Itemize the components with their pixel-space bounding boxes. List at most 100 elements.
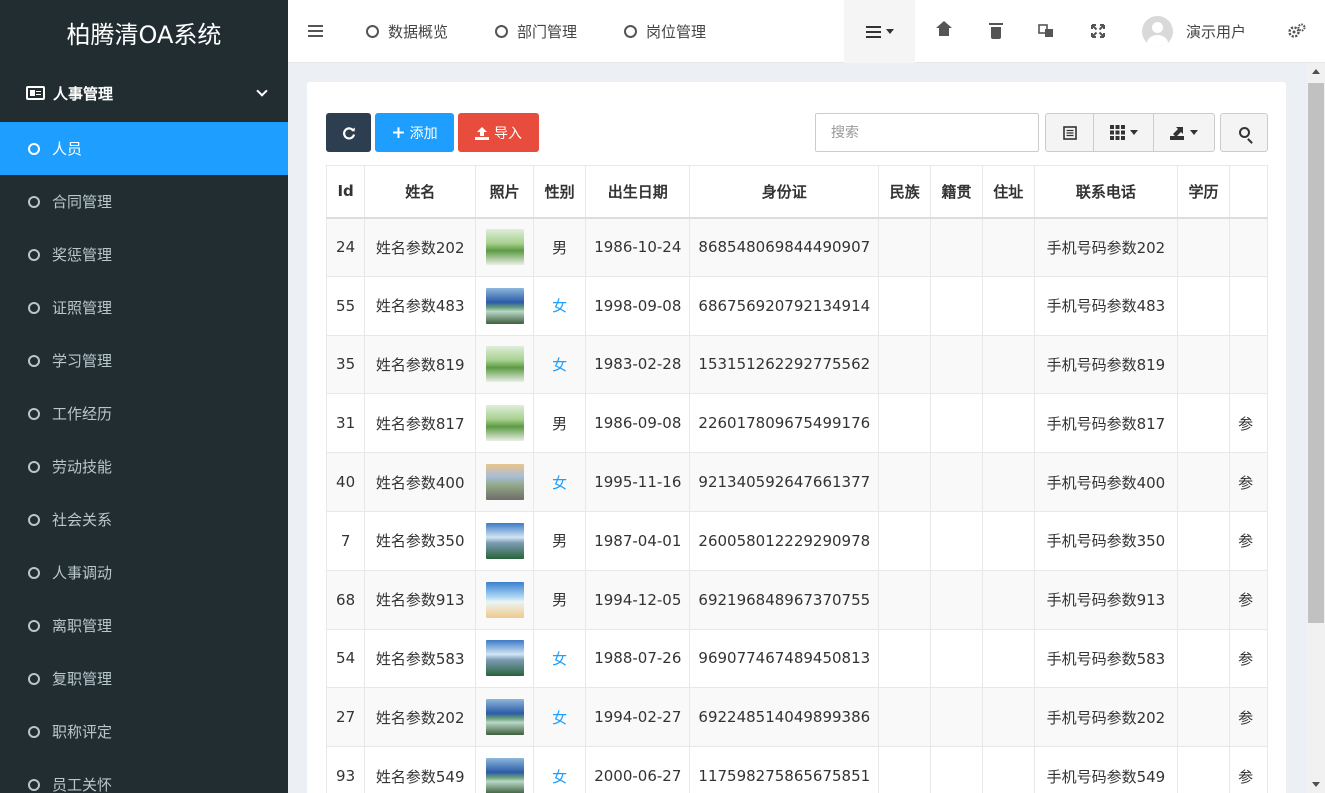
grid-icon [1109, 125, 1125, 140]
cell-education [1176, 393, 1231, 454]
search-button[interactable] [1220, 113, 1268, 152]
table-row[interactable]: 27 姓名参数202 女 1994-02-27 692248514049899386 手机… [326, 687, 1268, 748]
tab-data-overview[interactable]: 数据概览 [366, 0, 448, 63]
employee-photo[interactable] [485, 581, 524, 618]
cell-name: 姓名参数913 [364, 569, 477, 630]
col-header-name[interactable]: 姓名 [364, 165, 477, 219]
table-row[interactable]: 40 姓名参数400 女 1995-11-16 921340592647661377 手机… [326, 452, 1268, 512]
employee-photo[interactable] [485, 346, 524, 383]
col-header-education[interactable]: 学历 [1176, 165, 1231, 219]
sidebar-item[interactable]: 劳动技能 [0, 440, 288, 493]
circle-icon [28, 354, 40, 367]
employee-photo[interactable] [485, 522, 524, 559]
circle-icon [28, 195, 40, 208]
col-header-gender[interactable]: 性别 [533, 165, 587, 219]
cell-gender: 男 [533, 569, 587, 630]
circle-icon [28, 778, 40, 791]
cell-education [1176, 510, 1231, 571]
col-header-phone[interactable]: 联系电话 [1033, 165, 1178, 219]
refresh-icon [342, 126, 355, 139]
col-header-origin[interactable]: 籍贯 [930, 165, 983, 219]
col-header-address[interactable]: 住址 [981, 165, 1035, 219]
cell-origin [930, 334, 983, 395]
tab-label: 部门管理 [517, 23, 578, 41]
sidebar-item[interactable]: 社会关系 [0, 493, 288, 546]
sidebar-item[interactable]: 证照管理 [0, 281, 288, 334]
sidebar-group-hr[interactable]: 人事管理 [0, 64, 288, 122]
employee-photo[interactable] [485, 229, 524, 266]
caret-down-icon [1190, 130, 1198, 135]
sidebar-item[interactable]: 奖惩管理 [0, 228, 288, 281]
menu-toggle-icon[interactable] [308, 25, 323, 37]
sidebar-item[interactable]: 人事调动 [0, 546, 288, 599]
employee-photo[interactable] [485, 464, 524, 501]
tabs-dropdown-button[interactable] [844, 0, 915, 63]
table-row[interactable]: 55 姓名参数483 女 1998-09-08 686756920792134914 手机… [326, 275, 1268, 336]
sidebar-item[interactable]: 人员 [0, 122, 288, 175]
import-button[interactable]: 导入 [458, 113, 539, 152]
clear-cache-button[interactable] [985, 20, 1007, 42]
scrollbar-thumb[interactable] [1308, 83, 1324, 623]
table-row[interactable]: 68 姓名参数913 男 1994-12-05 692196848967370755 手机… [326, 569, 1268, 630]
sidebar-item[interactable]: 复职管理 [0, 652, 288, 705]
circle-icon [28, 301, 40, 314]
sidebar-item[interactable]: 职称评定 [0, 705, 288, 758]
translate-button[interactable] [1035, 20, 1057, 42]
cell-name: 姓名参数202 [364, 687, 477, 748]
table-row[interactable]: 7 姓名参数350 男 1987-04-01 260058012229290978 手机号… [326, 510, 1268, 571]
cell-ethnicity [878, 628, 932, 689]
cell-photo [475, 275, 535, 336]
employee-photo[interactable] [485, 699, 524, 736]
home-button[interactable] [933, 20, 955, 42]
sidebar-item[interactable]: 工作经历 [0, 387, 288, 440]
cell-idcard: 969077467489450813 [689, 628, 880, 689]
cell-birthdate: 1983-02-28 [585, 334, 691, 395]
scroll-up-arrow-icon[interactable] [1312, 69, 1320, 74]
cell-origin [930, 628, 983, 689]
sidebar-item[interactable]: 离职管理 [0, 599, 288, 652]
cell-phone: 手机号码参数583 [1033, 628, 1178, 689]
user-name[interactable]: 演示用户 [1186, 0, 1246, 63]
cell-phone: 手机号码参数483 [1033, 275, 1178, 336]
employee-photo[interactable] [485, 405, 524, 442]
cell-photo [475, 452, 535, 512]
table-row[interactable]: 54 姓名参数583 女 1988-07-26 969077467489450813 手机… [326, 628, 1268, 689]
tab-department[interactable]: 部门管理 [495, 0, 577, 63]
col-header-ethnicity[interactable]: 民族 [878, 165, 932, 219]
add-button[interactable]: + 添加 [375, 113, 454, 152]
chevron-down-icon [256, 85, 268, 97]
cell-birthdate: 1994-02-27 [585, 687, 691, 748]
table-row[interactable]: 31 姓名参数817 男 1986-09-08 226017809675499176 手机… [326, 393, 1268, 454]
tab-position[interactable]: 岗位管理 [624, 0, 706, 63]
sidebar-item[interactable]: 学习管理 [0, 334, 288, 387]
table-row[interactable]: 35 姓名参数819 女 1983-02-28 153151262292775562 手机… [326, 334, 1268, 395]
sidebar-item[interactable]: 员工关怀 [0, 758, 288, 793]
refresh-button[interactable] [326, 113, 371, 152]
col-header-photo[interactable]: 照片 [475, 165, 535, 219]
export-button[interactable] [1154, 114, 1214, 151]
list-view-icon [1062, 125, 1077, 140]
scroll-down-arrow-icon[interactable] [1312, 782, 1320, 787]
col-header-id[interactable]: Id [326, 165, 366, 219]
toggle-view-button[interactable] [1046, 114, 1094, 151]
avatar[interactable] [1142, 16, 1173, 47]
fullscreen-button[interactable] [1087, 20, 1109, 42]
employee-photo[interactable] [485, 758, 524, 793]
col-header-birthdate[interactable]: 出生日期 [585, 165, 691, 219]
settings-button[interactable] [1286, 20, 1308, 42]
sidebar-item-label: 社会关系 [52, 511, 113, 529]
caret-down-icon [1129, 130, 1138, 135]
employee-photo[interactable] [485, 640, 524, 677]
table-row[interactable]: 93 姓名参数549 女 2000-06-27 117598275865675851 手机… [326, 746, 1268, 793]
search-input[interactable] [815, 113, 1039, 152]
import-button-label: 导入 [494, 125, 522, 142]
table-row[interactable]: 24 姓名参数202 男 1986-10-24 868548069844490907 手机… [326, 217, 1268, 277]
cell-education [1176, 569, 1231, 630]
translate-icon [1038, 24, 1053, 37]
page-scrollbar[interactable] [1307, 63, 1325, 793]
circle-icon [28, 566, 40, 579]
sidebar-item[interactable]: 合同管理 [0, 175, 288, 228]
employee-photo[interactable] [485, 287, 524, 324]
col-header-idcard[interactable]: 身份证 [689, 165, 880, 219]
columns-button[interactable] [1094, 114, 1154, 151]
